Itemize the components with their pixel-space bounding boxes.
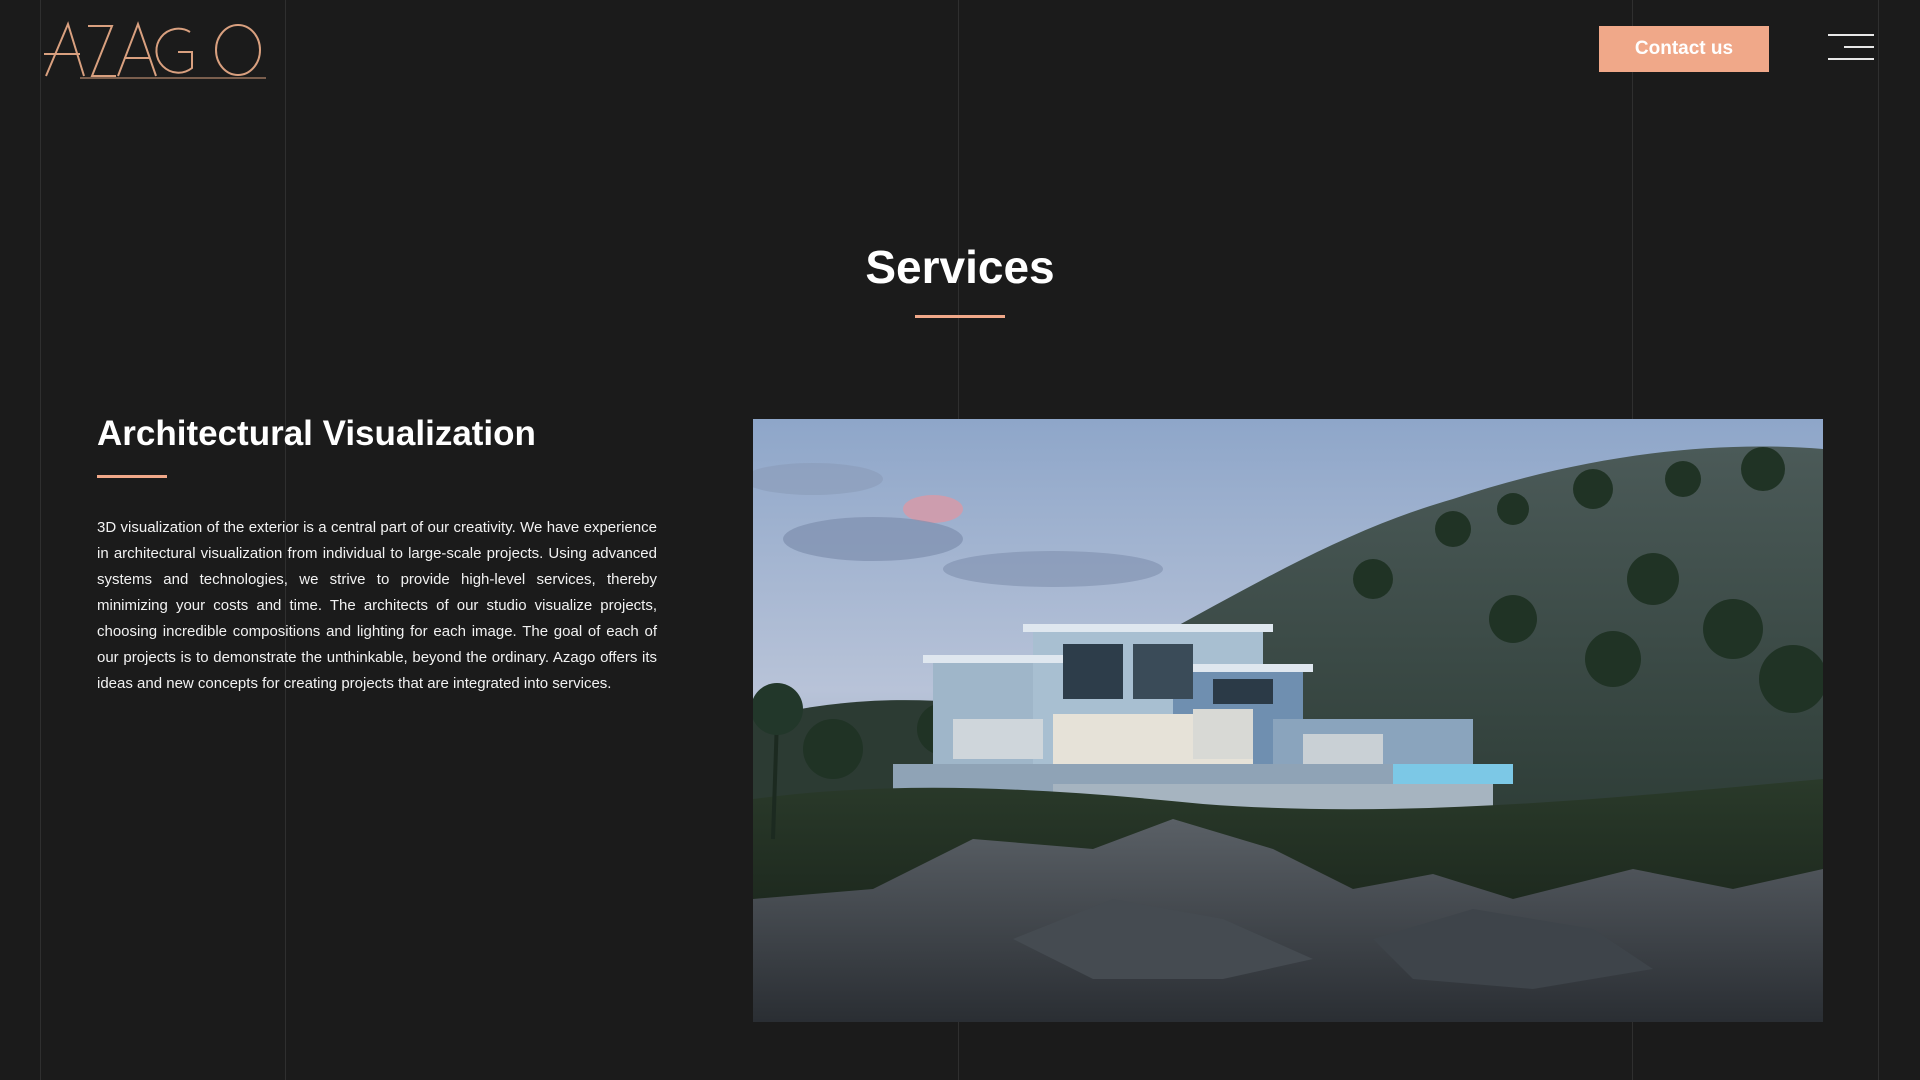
service-description: 3D visualization of the exterior is a ce… xyxy=(97,519,657,692)
logo[interactable] xyxy=(40,18,270,80)
hamburger-menu-icon[interactable] xyxy=(1826,34,1874,62)
service-title-underline xyxy=(97,475,167,478)
azago-logo-icon xyxy=(44,21,266,79)
menu-line xyxy=(1828,34,1874,36)
service-image xyxy=(753,419,1823,1022)
grid-line xyxy=(1878,0,1879,1080)
grid-line xyxy=(40,0,41,1080)
page-title: Services xyxy=(865,241,1055,293)
villa-render-image xyxy=(753,419,1823,1022)
menu-line xyxy=(1828,58,1874,60)
page: Contact us Services Architectural Visual… xyxy=(0,0,1920,1080)
contact-us-button[interactable]: Contact us xyxy=(1599,26,1769,72)
service-title: Architectural Visualization xyxy=(97,414,536,453)
title-underline xyxy=(915,315,1005,318)
menu-line xyxy=(1844,46,1874,48)
